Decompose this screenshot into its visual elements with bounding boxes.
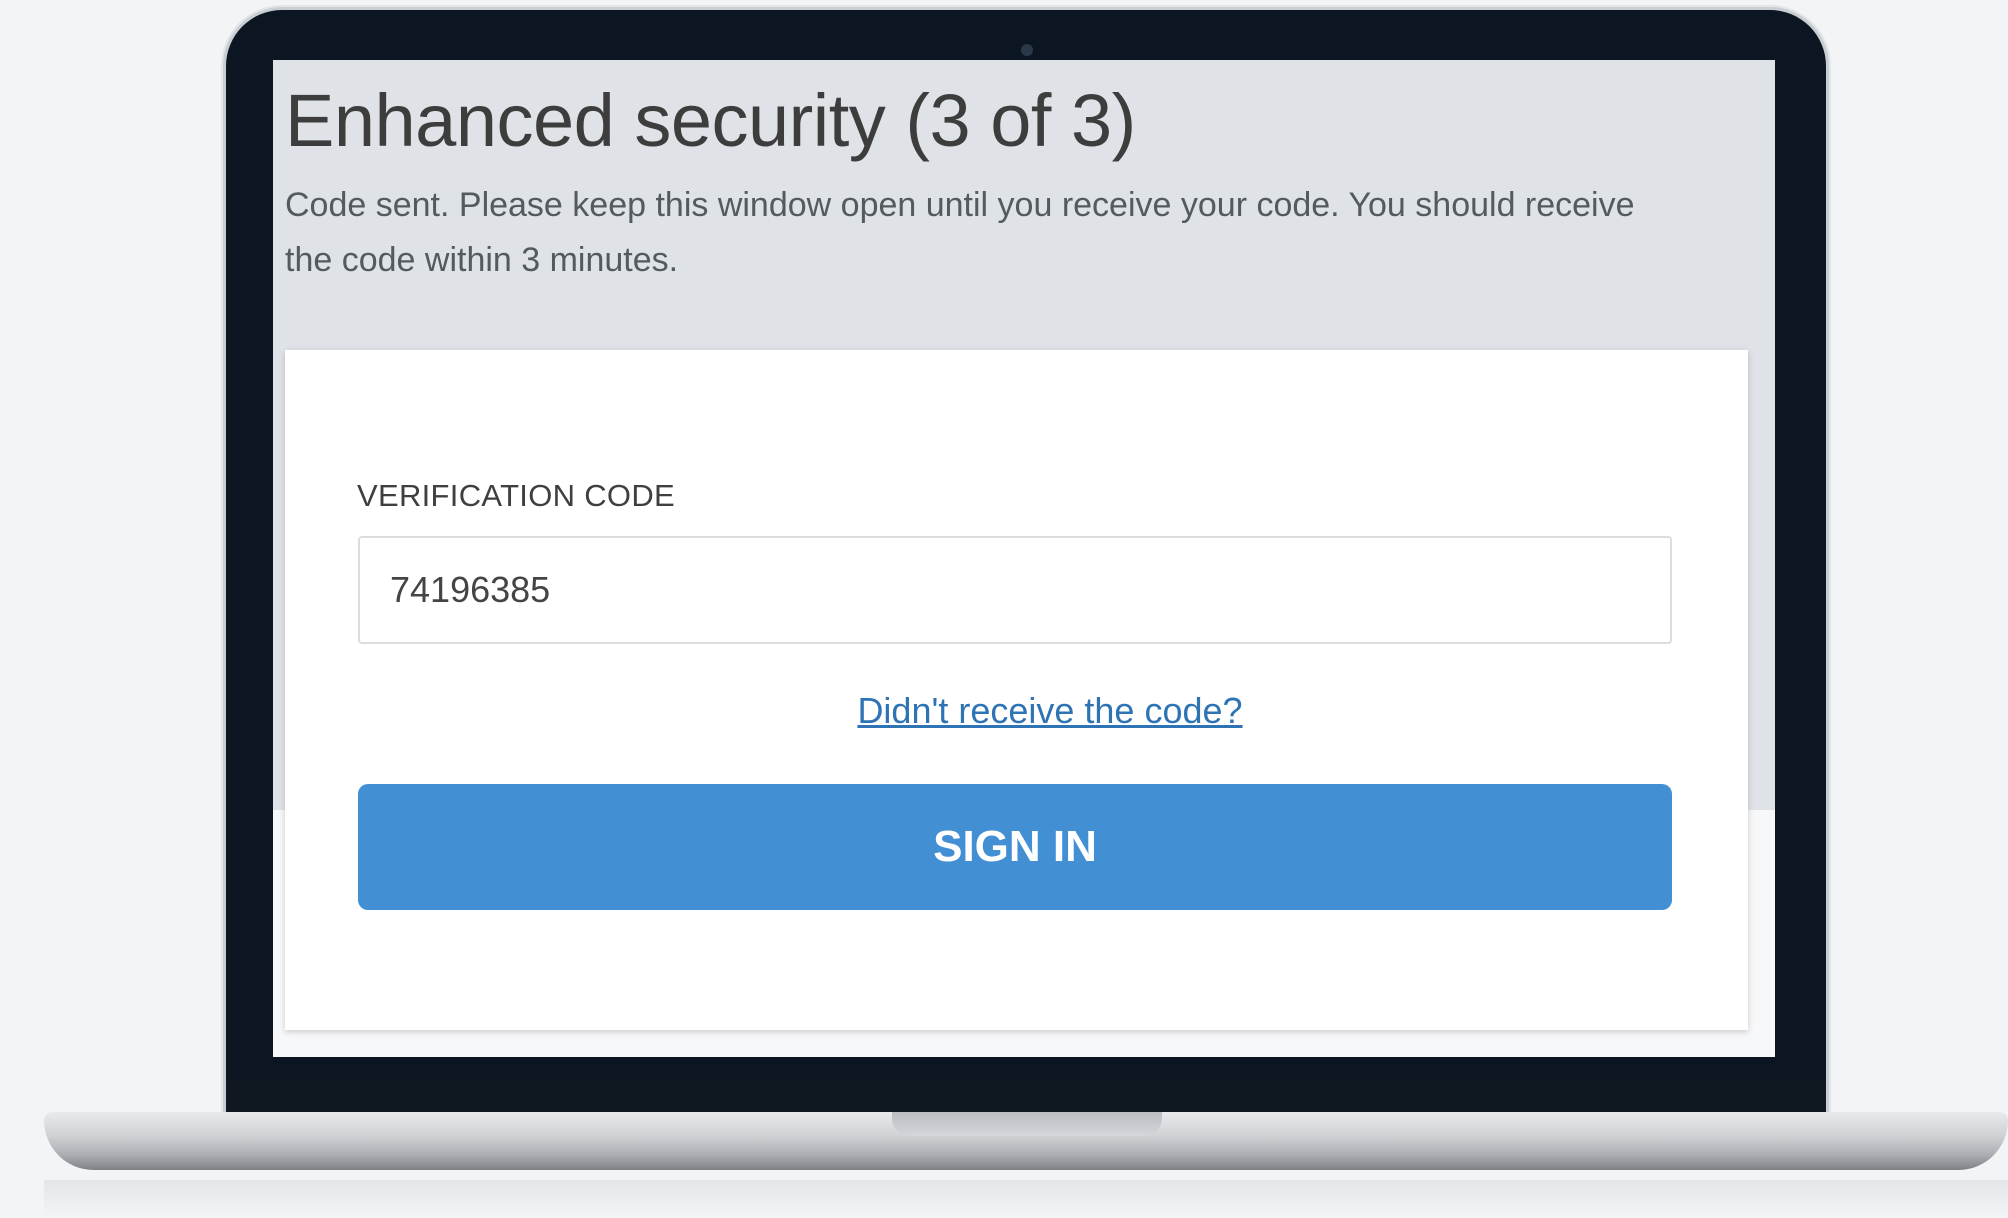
laptop-screen: Enhanced security (3 of 3) Code sent. Pl… (273, 60, 1775, 1057)
verification-code-label: VERIFICATION CODE (357, 478, 675, 513)
sign-in-button[interactable]: SIGN IN (358, 784, 1672, 910)
resend-code-link[interactable]: Didn't receive the code? (285, 690, 1775, 732)
page-title: Enhanced security (3 of 3) (285, 79, 1136, 162)
verification-code-input[interactable] (358, 536, 1672, 644)
laptop-notch (892, 1112, 1162, 1136)
info-message: Code sent. Please keep this window open … (285, 186, 1635, 279)
camera-icon (1021, 44, 1033, 56)
verification-card: VERIFICATION CODE Didn't receive the cod… (285, 350, 1748, 1030)
laptop-reflection (44, 1180, 2008, 1218)
